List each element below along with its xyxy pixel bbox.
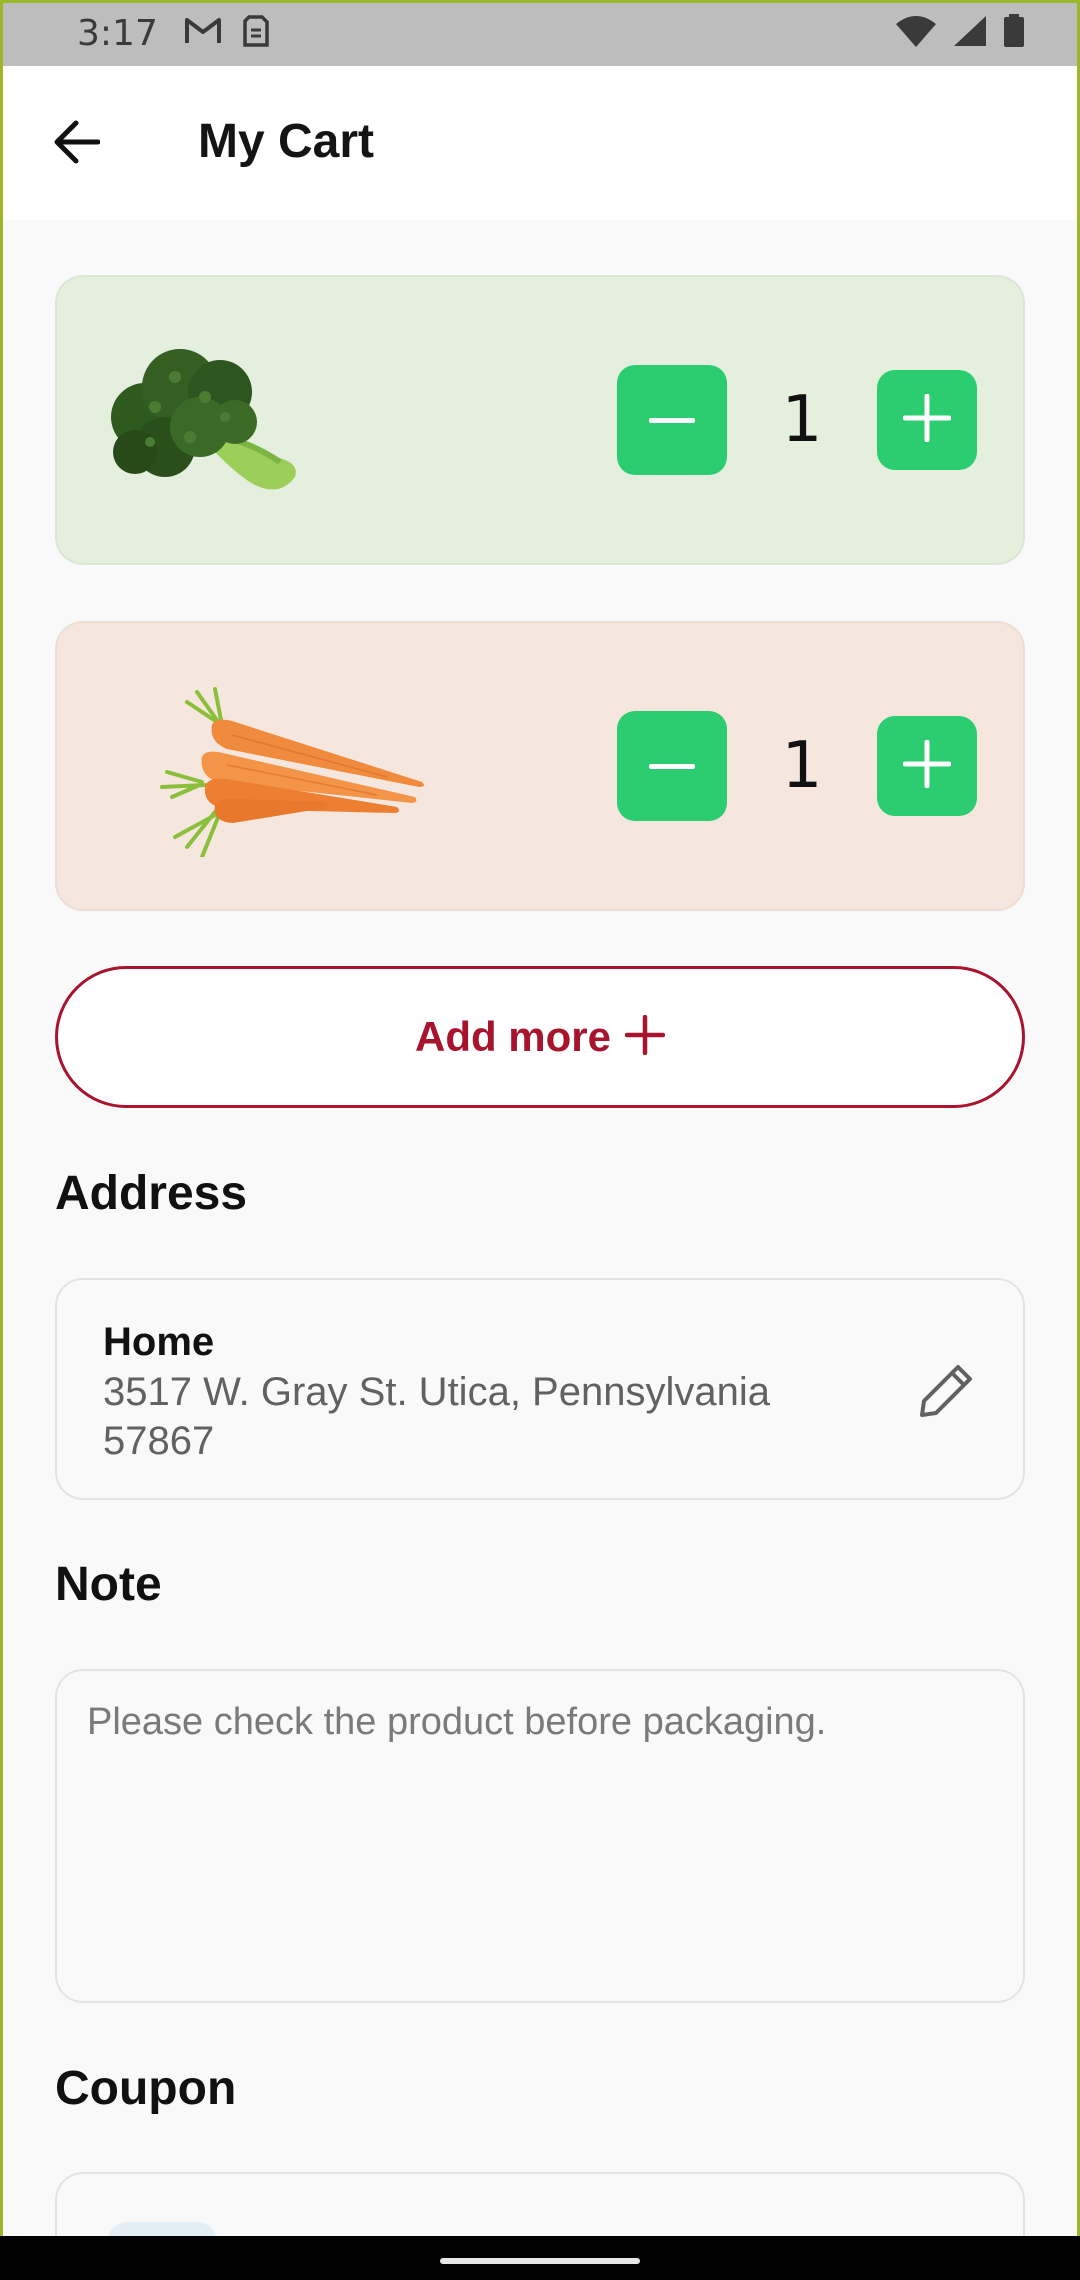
signal-icon (953, 15, 987, 52)
gmail-icon (184, 16, 222, 51)
minus-icon (649, 757, 695, 775)
app-bar: My Cart (0, 66, 1080, 220)
quantity-value: 1 (781, 383, 823, 457)
plus-icon (624, 1014, 666, 1060)
add-more-label: Add more (414, 1013, 611, 1060)
battery-icon (1003, 13, 1025, 53)
address-label: Home (103, 1320, 215, 1364)
plus-icon (902, 393, 952, 447)
arrow-left-icon (52, 120, 101, 169)
increase-button[interactable] (877, 716, 977, 816)
page-title: My Cart (198, 115, 375, 168)
note-title: Note (55, 1558, 162, 1611)
back-button[interactable] (50, 118, 102, 170)
quantity-stepper: 1 (617, 711, 977, 821)
carrots-image (157, 687, 437, 862)
sim-icon (242, 14, 270, 53)
wifi-icon (895, 15, 937, 52)
coupon-title: Coupon (55, 2062, 237, 2115)
plus-icon (902, 739, 952, 793)
status-time: 3:17 (77, 12, 158, 54)
status-bar: 3:17 (0, 0, 1080, 66)
quantity-value: 1 (781, 729, 823, 803)
navigation-bar (0, 2236, 1080, 2280)
add-more-button[interactable]: Add more (55, 966, 1025, 1108)
cart-item-broccoli: 1 (55, 275, 1025, 565)
pencil-icon (918, 1361, 976, 1424)
cart-item-carrots: 1 (55, 621, 1025, 911)
address-line: 3517 W. Gray St. Utica, Pennsylvania 578… (103, 1370, 770, 1463)
decrease-button[interactable] (617, 711, 727, 821)
note-field[interactable] (55, 1669, 1025, 2003)
broccoli-image (105, 337, 305, 502)
decrease-button[interactable] (617, 365, 727, 475)
increase-button[interactable] (877, 370, 977, 470)
address-title: Address (55, 1167, 248, 1220)
minus-icon (649, 411, 695, 429)
address-card[interactable]: Home 3517 W. Gray St. Utica, Pennsylvani… (55, 1278, 1025, 1500)
edit-address-button[interactable] (915, 1360, 979, 1424)
quantity-stepper: 1 (617, 365, 977, 475)
home-indicator[interactable] (440, 2258, 640, 2264)
